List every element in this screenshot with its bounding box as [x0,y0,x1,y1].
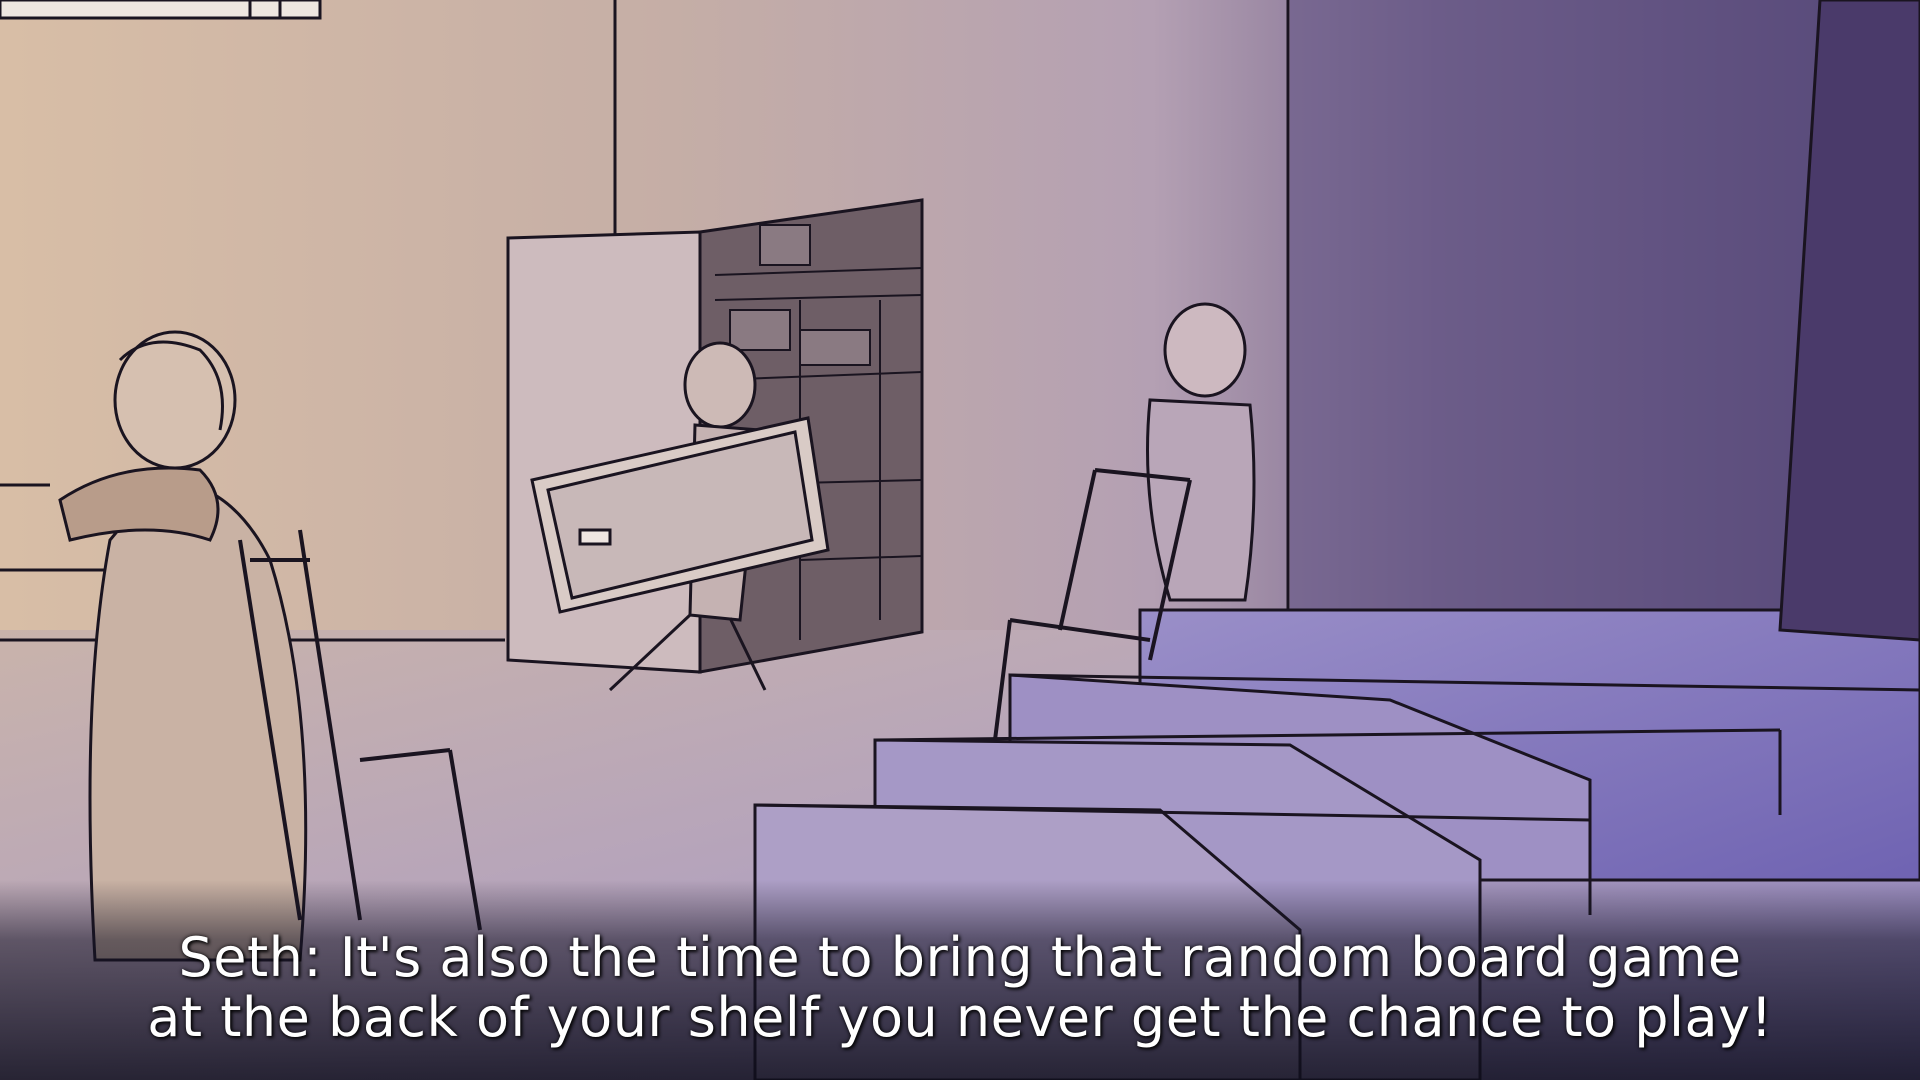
dialogue-line-2: at the back of your shelf you never get … [147,986,1773,1049]
window-frame [0,0,322,20]
game-scene[interactable]: Seth: It's also the time to bring that r… [0,0,1920,1080]
dialogue-text[interactable]: Seth: It's also the time to bring that r… [60,928,1860,1048]
dialogue-line-1: Seth: It's also the time to bring that r… [178,926,1742,989]
